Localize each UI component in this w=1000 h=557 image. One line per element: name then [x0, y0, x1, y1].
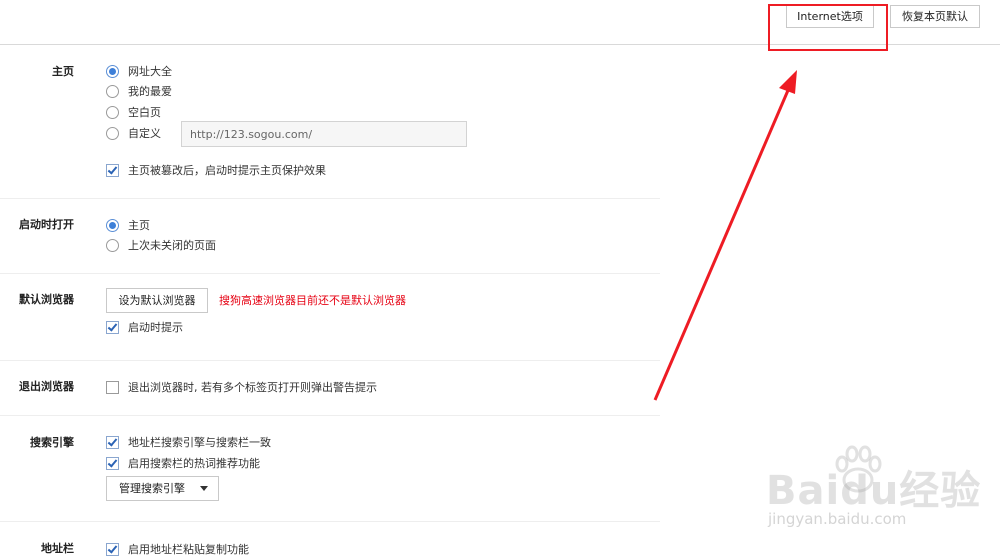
- arrow-head: [779, 70, 797, 94]
- checkbox[interactable]: [106, 456, 119, 470]
- radio-button[interactable]: [106, 105, 119, 119]
- option-label: 启用地址栏粘贴复制功能: [128, 543, 249, 556]
- checkbox[interactable]: [106, 435, 119, 449]
- watermark-url: jingyan.baidu.com: [768, 510, 907, 528]
- section-divider: [0, 198, 660, 199]
- homepage-option-favorites[interactable]: 我的最爱: [106, 83, 172, 99]
- section-label-exit-browser: 退出浏览器: [19, 380, 74, 393]
- homepage-option-nav[interactable]: 网址大全: [106, 63, 172, 79]
- checkbox[interactable]: [106, 320, 119, 334]
- option-label: 主页被篡改后，启动时提示主页保护效果: [128, 164, 326, 177]
- radio-button[interactable]: [106, 84, 119, 98]
- section-label-search-engine: 搜索引擎: [30, 436, 74, 449]
- option-label: 退出浏览器时, 若有多个标签页打开则弹出警告提示: [128, 381, 377, 394]
- baidu-watermark: Baidu经验 jingyan.baidu.com: [766, 440, 980, 540]
- set-default-browser-button[interactable]: 设为默认浏览器: [106, 288, 208, 313]
- search-hotword-option[interactable]: 启用搜索栏的热词推荐功能: [106, 455, 260, 471]
- section-divider: [0, 415, 660, 416]
- watermark-brand: Baidu经验: [766, 468, 982, 514]
- section-divider: [0, 273, 660, 274]
- annotation-highlight-box: [768, 4, 888, 51]
- radio-button[interactable]: [106, 218, 119, 232]
- section-divider: [0, 521, 660, 522]
- search-engine-sync-option[interactable]: 地址栏搜索引擎与搜索栏一致: [106, 434, 271, 450]
- section-label-default-browser: 默认浏览器: [19, 293, 74, 306]
- restore-defaults-button[interactable]: 恢复本页默认: [890, 5, 980, 28]
- exit-warning-option[interactable]: 退出浏览器时, 若有多个标签页打开则弹出警告提示: [106, 379, 377, 395]
- section-divider: [0, 360, 660, 361]
- section-label-startup: 启动时打开: [19, 218, 74, 231]
- startup-option-last-session[interactable]: 上次未关闭的页面: [106, 237, 216, 253]
- default-browser-prompt-option[interactable]: 启动时提示: [106, 319, 183, 335]
- option-label: 主页: [128, 219, 150, 232]
- manage-search-engines-dropdown[interactable]: 管理搜索引擎: [106, 476, 219, 501]
- checkbox[interactable]: [106, 163, 119, 177]
- homepage-protect-option[interactable]: 主页被篡改后，启动时提示主页保护效果: [106, 162, 326, 178]
- address-bar-paste-option[interactable]: 启用地址栏粘贴复制功能: [106, 541, 249, 557]
- homepage-option-custom[interactable]: 自定义: [106, 125, 161, 141]
- option-label: 我的最爱: [128, 85, 172, 98]
- caret-down-icon: [200, 486, 208, 491]
- checkbox[interactable]: [106, 380, 119, 394]
- option-label: 上次未关闭的页面: [128, 239, 216, 252]
- radio-button[interactable]: [106, 126, 119, 140]
- default-browser-warning: 搜狗高速浏览器目前还不是默认浏览器: [219, 294, 406, 307]
- section-label-homepage: 主页: [52, 65, 74, 78]
- option-label: 网址大全: [128, 65, 172, 78]
- radio-button[interactable]: [106, 238, 119, 252]
- radio-button[interactable]: [106, 64, 119, 78]
- option-label: 地址栏搜索引擎与搜索栏一致: [128, 436, 271, 449]
- option-label: 自定义: [128, 127, 161, 140]
- startup-option-homepage[interactable]: 主页: [106, 217, 150, 233]
- option-label: 启动时提示: [128, 321, 183, 334]
- dropdown-label: 管理搜索引擎: [119, 482, 185, 495]
- baidu-paw-icon: [835, 445, 882, 493]
- custom-homepage-url-input[interactable]: [181, 121, 467, 147]
- arrow-shaft: [653, 87, 791, 401]
- homepage-option-blank[interactable]: 空白页: [106, 104, 161, 120]
- option-label: 空白页: [128, 106, 161, 119]
- option-label: 启用搜索栏的热词推荐功能: [128, 457, 260, 470]
- section-label-address-bar: 地址栏: [41, 542, 74, 555]
